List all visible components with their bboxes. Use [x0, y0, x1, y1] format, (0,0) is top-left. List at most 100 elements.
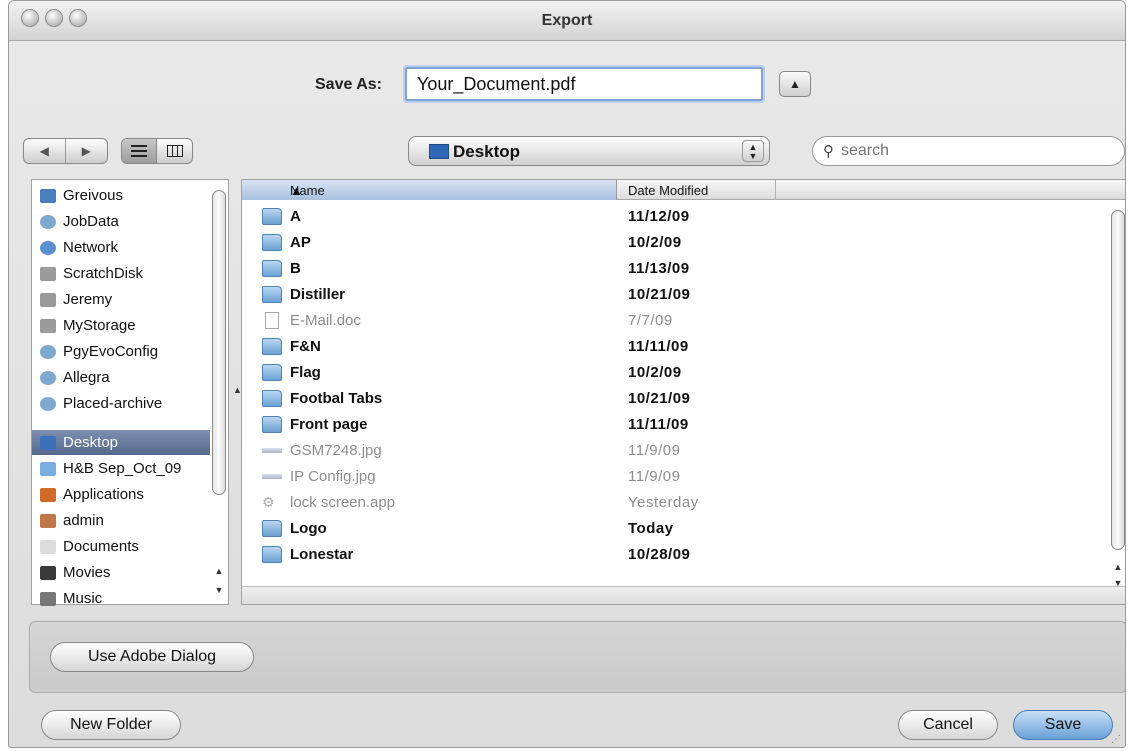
folder-icon	[262, 416, 282, 433]
title-bar: Export	[9, 1, 1125, 41]
new-folder-button[interactable]: New Folder	[41, 710, 181, 740]
application-icon: ⚙	[262, 494, 275, 510]
cancel-button[interactable]: Cancel	[898, 710, 998, 740]
use-adobe-dialog-button[interactable]: Use Adobe Dialog	[50, 642, 254, 672]
sidebar-item[interactable]: Applications	[32, 482, 210, 507]
hard-disk-icon	[40, 266, 56, 281]
file-date: 10/2/09	[628, 364, 682, 381]
sidebar-item-label: JobData	[63, 213, 119, 230]
file-name: Logo	[290, 520, 327, 537]
sidebar-item[interactable]: Music	[32, 586, 210, 611]
horizontal-scrollbar[interactable]	[242, 586, 1125, 604]
save-button[interactable]: Save	[1013, 710, 1113, 740]
sidebar-item[interactable]: Greivous	[32, 183, 210, 208]
sidebar-item-label: Allegra	[63, 369, 110, 386]
sidebar-scroll-up-button[interactable]: ▲	[212, 566, 226, 580]
file-date: 11/11/09	[628, 338, 689, 355]
save-as-field[interactable]	[405, 67, 763, 101]
file-row[interactable]: Flag 10/2/09	[242, 360, 1108, 386]
file-date: 10/28/09	[628, 546, 691, 563]
name-column-header[interactable]: Name ▲	[242, 180, 617, 200]
resize-grip-icon[interactable]: ⋰	[1111, 734, 1121, 745]
file-name: GSM7248.jpg	[290, 442, 382, 459]
expand-dialog-button[interactable]: ▲	[779, 71, 811, 97]
folder-icon	[262, 234, 282, 251]
file-browser: Name ▲ Date Modified ▲ ▼ A 11/12/09 AP 10/2…	[241, 179, 1125, 605]
sidebar-item[interactable]: Movies	[32, 560, 210, 585]
home-icon	[40, 513, 56, 528]
folder-icon	[262, 260, 282, 277]
date-column-label: Date Modified	[628, 183, 709, 198]
file-row[interactable]: Distiller 10/21/09	[242, 282, 1108, 308]
column-header: Name ▲ Date Modified	[242, 180, 1125, 200]
forward-button[interactable]: ▶	[66, 139, 108, 163]
sidebar-item-label: ScratchDisk	[63, 265, 144, 282]
file-name: Front page	[290, 416, 368, 433]
sidebar-item[interactable]: Documents	[32, 534, 210, 559]
file-name: AP	[290, 234, 311, 251]
sidebar-item[interactable]: Allegra	[32, 365, 210, 390]
folder-icon	[262, 520, 282, 537]
sidebar-item-label: MyStorage	[63, 317, 136, 334]
file-name: Flag	[290, 364, 321, 381]
column-view-button[interactable]	[157, 139, 192, 163]
location-popup[interactable]: Desktop ▲ ▼	[408, 136, 770, 166]
sidebar-item[interactable]: admin	[32, 508, 210, 533]
sidebar-item[interactable]: PgyEvoConfig	[32, 339, 210, 364]
sidebar-scroll-down-button[interactable]: ▼	[212, 585, 226, 599]
back-button[interactable]: ◀	[24, 139, 66, 163]
file-list-scroll-up-button[interactable]: ▲	[1112, 562, 1124, 574]
network-volume-icon	[40, 396, 56, 411]
file-date: Today	[628, 520, 674, 537]
folder-icon	[262, 208, 282, 225]
file-row[interactable]: Lonestar 10/28/09	[242, 542, 1108, 568]
sidebar-item[interactable]: MyStorage	[32, 313, 210, 338]
sidebar-item[interactable]: Network	[32, 235, 210, 260]
file-date: 10/21/09	[628, 390, 691, 407]
location-label: Desktop	[453, 142, 521, 161]
file-list-scroll-thumb[interactable]	[1111, 210, 1125, 550]
search-icon: ⚲	[823, 143, 834, 160]
sidebar-item[interactable]: Placed-archive	[32, 391, 210, 416]
search-input[interactable]	[841, 140, 1111, 162]
hard-disk-icon	[40, 318, 56, 333]
sidebar-item[interactable]: Jeremy	[32, 287, 210, 312]
file-row[interactable]: B 11/13/09	[242, 256, 1108, 282]
file-date: 7/7/09	[628, 312, 673, 329]
sidebar-item-label: H&B Sep_Oct_09	[63, 460, 182, 477]
file-date: 11/12/09	[628, 208, 690, 225]
hard-disk-icon	[40, 292, 56, 307]
list-view-icon	[131, 145, 147, 157]
search-box: ⚲	[812, 136, 1125, 166]
file-row[interactable]: Logo Today	[242, 516, 1108, 542]
image-file-icon	[262, 474, 282, 479]
document-icon	[265, 312, 279, 329]
file-name: Lonestar	[290, 546, 354, 563]
sidebar: ▲ ▼ Greivous JobData Network ScratchDisk Jer…	[31, 179, 229, 607]
sidebar-item[interactable]: H&B Sep_Oct_09	[32, 456, 210, 481]
folder-icon	[262, 364, 282, 381]
network-volume-icon	[40, 344, 56, 359]
file-row[interactable]: Footbal Tabs 10/21/09	[242, 386, 1108, 412]
sidebar-scroll-thumb[interactable]	[212, 190, 226, 495]
sidebar-item-label: admin	[63, 512, 104, 529]
network-globe-icon	[40, 240, 56, 255]
file-row[interactable]: Front page 11/11/09	[242, 412, 1108, 438]
file-row[interactable]: AP 10/2/09	[242, 230, 1108, 256]
file-name: Distiller	[290, 286, 346, 303]
applications-icon	[40, 487, 56, 502]
image-file-icon	[262, 448, 282, 453]
file-row[interactable]: A 11/12/09	[242, 204, 1108, 230]
sidebar-item[interactable]: JobData	[32, 209, 210, 234]
sidebar-item[interactable]: Desktop	[32, 430, 210, 455]
sidebar-item-label: Greivous	[63, 187, 124, 204]
file-row[interactable]: F&N 11/11/09	[242, 334, 1108, 360]
sidebar-item-label: Jeremy	[63, 291, 113, 308]
sidebar-item[interactable]: ScratchDisk	[32, 261, 210, 286]
list-view-button[interactable]	[122, 139, 158, 163]
column-view-icon	[166, 145, 183, 157]
accessory-panel: Use Adobe Dialog	[29, 621, 1125, 693]
file-name: B	[290, 260, 301, 277]
documents-icon	[40, 539, 56, 554]
date-column-header[interactable]: Date Modified	[618, 180, 776, 200]
